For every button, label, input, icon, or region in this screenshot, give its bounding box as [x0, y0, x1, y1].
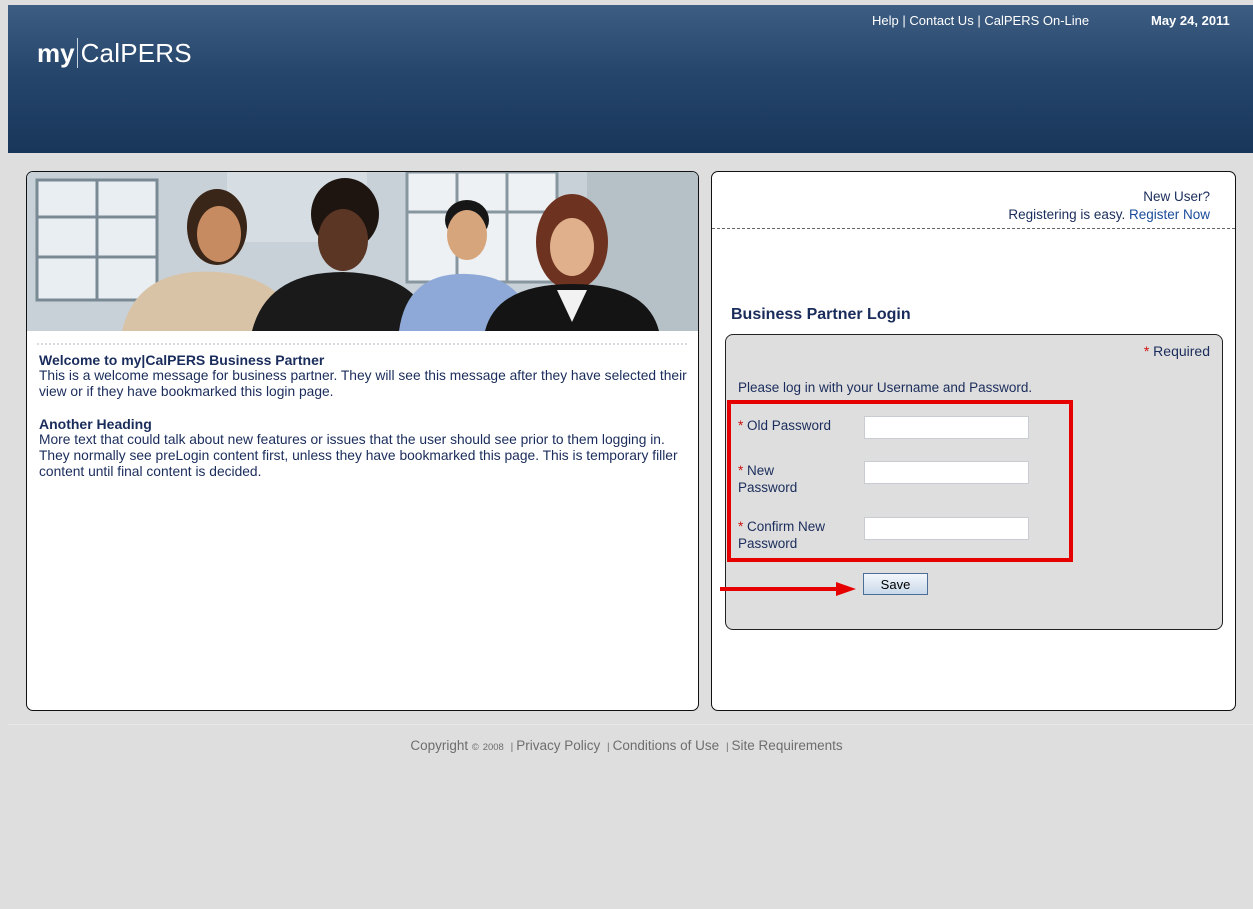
welcome-panel: Welcome to my|CalPERS Business Partner T…: [26, 171, 699, 711]
save-button[interactable]: Save: [863, 573, 928, 595]
another-heading: Another Heading: [39, 416, 152, 432]
required-star: *: [1143, 343, 1150, 359]
photo-illustration: [27, 172, 698, 331]
logo-my: my: [37, 38, 75, 68]
register-line: Registering is easy. Register Now: [1008, 206, 1210, 224]
logo-divider: [76, 38, 78, 68]
privacy-policy-link[interactable]: Privacy Policy: [516, 738, 600, 753]
welcome-content: Welcome to my|CalPERS Business Partner T…: [39, 352, 689, 496]
welcome-heading: Welcome to my|CalPERS Business Partner: [39, 352, 325, 368]
business-partners-photo: [27, 172, 698, 331]
required-note: * Required: [1144, 343, 1210, 359]
site-requirements-link[interactable]: Site Requirements: [732, 738, 843, 753]
help-link[interactable]: Help: [872, 13, 899, 28]
link-separator: |: [977, 13, 981, 28]
new-user-question: New User?: [1143, 189, 1210, 204]
copyright-text: Copyright: [410, 738, 469, 753]
welcome-message: This is a welcome message for business p…: [39, 368, 687, 399]
footer-separator: |: [725, 742, 729, 753]
current-date: May 24, 2011: [1151, 13, 1230, 28]
conditions-of-use-link[interactable]: Conditions of Use: [613, 738, 720, 753]
mycalpers-logo[interactable]: my CalPERS: [37, 38, 192, 68]
footer-separator: |: [510, 742, 514, 753]
login-instructions: Please log in with your Username and Pas…: [738, 380, 1033, 395]
link-separator: |: [902, 13, 906, 28]
register-now-link[interactable]: Register Now: [1129, 207, 1210, 222]
another-message: More text that could talk about new feat…: [39, 432, 678, 479]
new-user-section: New User? Registering is easy. Register …: [1008, 188, 1210, 224]
dotted-divider: [37, 343, 687, 345]
copyright-year: 2008: [482, 742, 504, 753]
dashed-divider: [712, 228, 1235, 229]
logo-name: CalPERS: [80, 38, 192, 68]
copyright-symbol: ©: [471, 742, 479, 753]
footer-divider: [8, 724, 1253, 725]
required-label: Required: [1153, 343, 1210, 359]
register-prefix: Registering is easy.: [1008, 207, 1126, 222]
calpers-online-link[interactable]: CalPERS On-Line: [984, 13, 1089, 28]
header-links: Help | Contact Us | CalPERS On-Line: [872, 13, 1089, 28]
footer-separator: |: [607, 742, 610, 753]
contact-us-link[interactable]: Contact Us: [909, 13, 973, 28]
site-footer: Copyright © 2008 | Privacy Policy | Condit…: [0, 738, 1253, 753]
highlight-rectangle: [727, 400, 1073, 562]
login-title: Business Partner Login: [731, 306, 911, 323]
red-arrow-icon: [720, 582, 856, 596]
